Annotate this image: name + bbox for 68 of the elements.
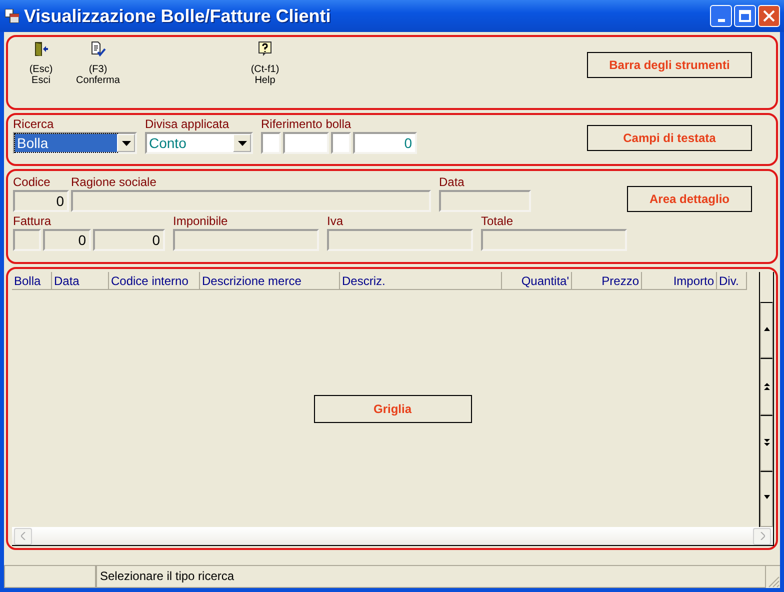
input-field[interactable]: 0 — [13, 190, 69, 212]
input-field[interactable]: 0 — [43, 229, 91, 251]
column-header[interactable]: Descrizione merce — [200, 272, 340, 290]
page-up-icon — [764, 382, 770, 390]
minimize-button[interactable] — [710, 5, 732, 27]
app-icon — [5, 9, 19, 23]
dropdown-value: Conto — [148, 134, 188, 152]
field-label: Ragione sociale — [71, 175, 158, 189]
scroll-button[interactable] — [760, 302, 773, 358]
field-label: Imponibile — [173, 214, 229, 228]
minimize-icon — [718, 18, 724, 22]
column-header[interactable]: Importo — [642, 272, 717, 290]
column-header[interactable]: Codice interno — [109, 272, 200, 290]
column-header[interactable]: Data — [52, 272, 109, 290]
horizontal-scrollbar[interactable] — [12, 527, 773, 545]
page-down-icon — [764, 439, 770, 446]
input-field[interactable] — [173, 229, 319, 251]
callout-label: Barra degli strumenti — [587, 52, 752, 78]
dropdown-arrow-icon — [122, 140, 130, 146]
dropdown-arrow-icon — [238, 140, 246, 146]
toolbar-button[interactable]: (Ct-f1) Help — [242, 41, 288, 86]
close-icon — [763, 10, 775, 22]
input-field[interactable] — [327, 229, 473, 251]
maximize-icon — [739, 10, 751, 22]
dropdown[interactable]: Bolla — [13, 132, 137, 154]
input-field[interactable] — [283, 132, 329, 154]
field-label: Riferimento bolla — [261, 117, 352, 131]
door-icon — [33, 41, 49, 57]
dropdown[interactable]: Conto — [145, 132, 253, 154]
status-text: Selezionare il tipo ricerca — [96, 566, 766, 588]
input-field[interactable] — [439, 190, 531, 212]
close-button[interactable] — [758, 5, 780, 27]
dropdown-value: Bolla — [15, 134, 117, 152]
input-field[interactable]: 0 — [93, 229, 165, 251]
toolbar-button[interactable]: (Esc) Esci — [18, 41, 64, 86]
scroll-button[interactable] — [760, 414, 773, 471]
field-label: Divisa applicata — [145, 117, 230, 131]
callout-label: Griglia — [314, 394, 472, 422]
help-icon — [257, 41, 273, 57]
input-field[interactable] — [71, 190, 431, 212]
document-check-icon — [90, 41, 106, 57]
field-label: Fattura — [13, 214, 52, 228]
input-field[interactable] — [13, 229, 41, 251]
column-header[interactable]: Prezzo — [572, 272, 642, 290]
toolbar-button[interactable]: (F3) Conferma — [75, 41, 121, 86]
column-header[interactable]: Descriz. — [340, 272, 502, 290]
field-label: Totale — [481, 214, 514, 228]
field-label: Data — [439, 175, 466, 189]
field-label: Iva — [327, 214, 344, 228]
column-header[interactable]: Bolla — [12, 272, 52, 290]
field-label: Ricerca — [13, 117, 55, 131]
input-field[interactable] — [261, 132, 281, 154]
column-header[interactable]: Div. — [717, 272, 747, 290]
resize-grip-icon[interactable] — [766, 574, 780, 588]
callout-label: Area dettaglio — [627, 186, 752, 212]
scroll-left-icon — [20, 532, 26, 540]
scroll-button[interactable] — [760, 470, 773, 527]
field-label: Codice — [13, 175, 52, 189]
scroll-up-icon — [764, 326, 770, 334]
scroll-button[interactable] — [760, 358, 773, 414]
input-field[interactable] — [481, 229, 627, 251]
input-field[interactable] — [331, 132, 351, 154]
callout-label: Campi di testata — [587, 125, 752, 151]
input-field[interactable]: 0 — [353, 132, 417, 154]
window-title: Visualizzazione Bolle/Fatture Clienti — [24, 6, 332, 26]
maximize-button[interactable] — [734, 5, 756, 27]
column-header[interactable]: Quantita' — [502, 272, 572, 290]
scroll-right-icon — [760, 532, 764, 540]
